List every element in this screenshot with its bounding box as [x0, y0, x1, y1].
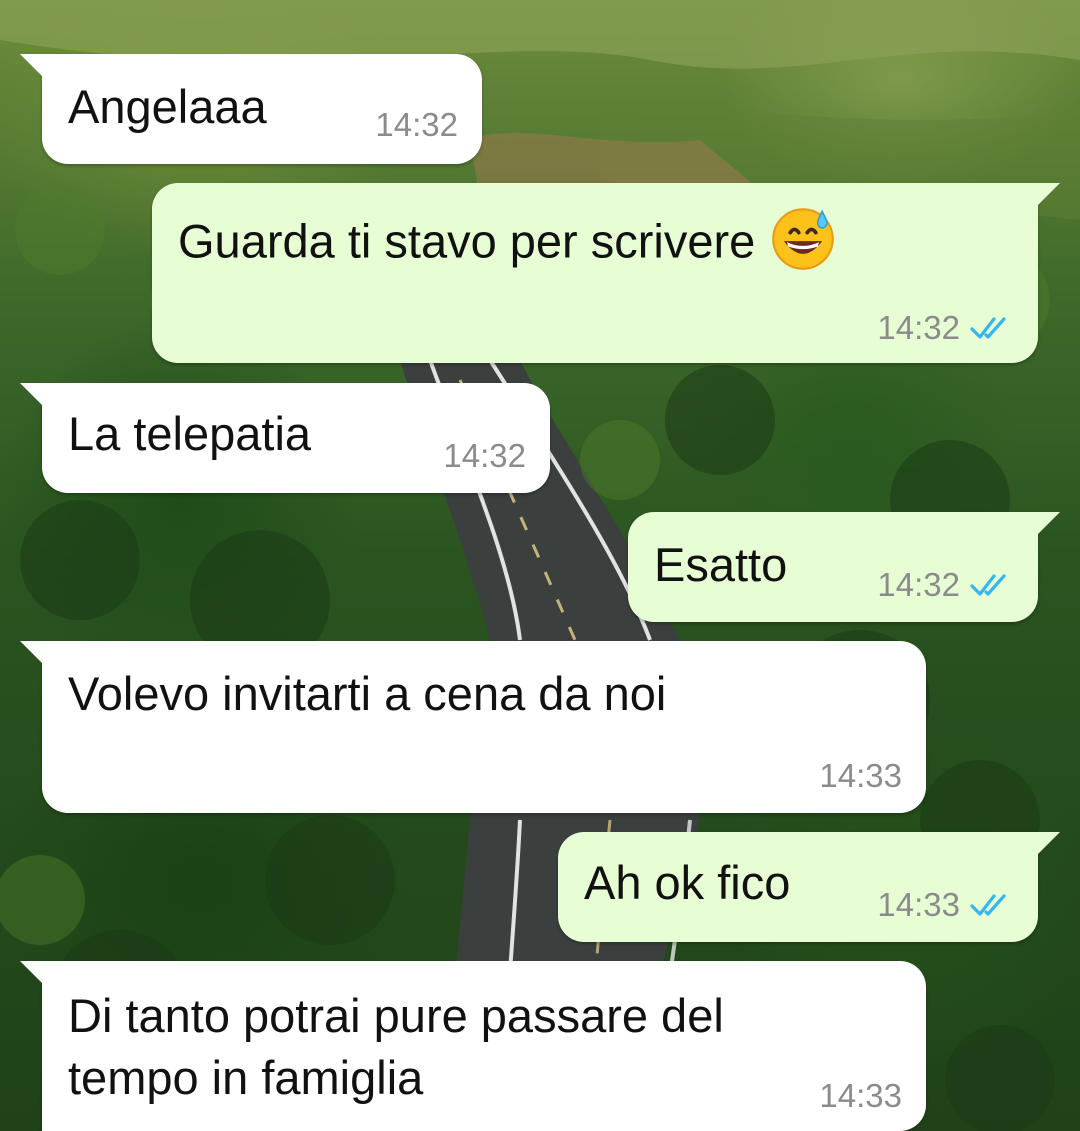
- message-bubble-outgoing[interactable]: Ah ok fico 14:33: [558, 832, 1060, 942]
- message-bubble-incoming[interactable]: Angelaaa 14:32: [20, 54, 482, 164]
- message-time: 14:32: [375, 106, 458, 143]
- message-time: 14:32: [877, 566, 960, 603]
- message-text: Esatto: [654, 538, 788, 591]
- read-double-check-icon: [970, 317, 1006, 339]
- message-text: Angelaaa: [68, 80, 267, 133]
- message-bubble-incoming[interactable]: Volevo invitarti a cena da noi 14:33: [20, 641, 926, 813]
- message-meta: 14:33: [819, 757, 902, 795]
- message-bubble-incoming[interactable]: La telepatia 14:32: [20, 383, 550, 493]
- message-meta: 14:32: [877, 566, 1014, 604]
- message-meta: 14:33: [877, 886, 1014, 924]
- message-time: 14:33: [819, 757, 902, 794]
- message-bubble-incoming[interactable]: Di tanto potrai pure passare del tempo i…: [20, 961, 926, 1131]
- message-meta: 14:33: [819, 1077, 902, 1115]
- message-text: Guarda ti stavo per scrivere: [178, 208, 837, 279]
- grinning-face-with-sweat-icon: [772, 208, 835, 270]
- read-double-check-icon: [970, 894, 1006, 916]
- message-time: 14:33: [819, 1077, 902, 1114]
- message-text: Ah ok fico: [584, 856, 791, 909]
- message-text: Di tanto potrai pure passare del tempo i…: [68, 989, 724, 1104]
- message-time: 14:32: [877, 309, 960, 346]
- message-text: Volevo invitarti a cena da noi: [68, 667, 667, 720]
- message-time: 14:32: [443, 437, 526, 474]
- message-meta: 14:32: [443, 437, 526, 475]
- message-bubble-outgoing[interactable]: Esatto 14:32: [628, 512, 1060, 622]
- message-meta: 14:32: [877, 309, 1014, 347]
- message-time: 14:33: [877, 886, 960, 923]
- message-meta: 14:32: [375, 106, 458, 144]
- message-text: La telepatia: [68, 407, 312, 460]
- message-bubble-outgoing[interactable]: Guarda ti stavo per scrivere 14:32: [152, 183, 1060, 363]
- read-double-check-icon: [970, 574, 1006, 596]
- message-text-content: Guarda ti stavo per scrivere: [178, 214, 756, 268]
